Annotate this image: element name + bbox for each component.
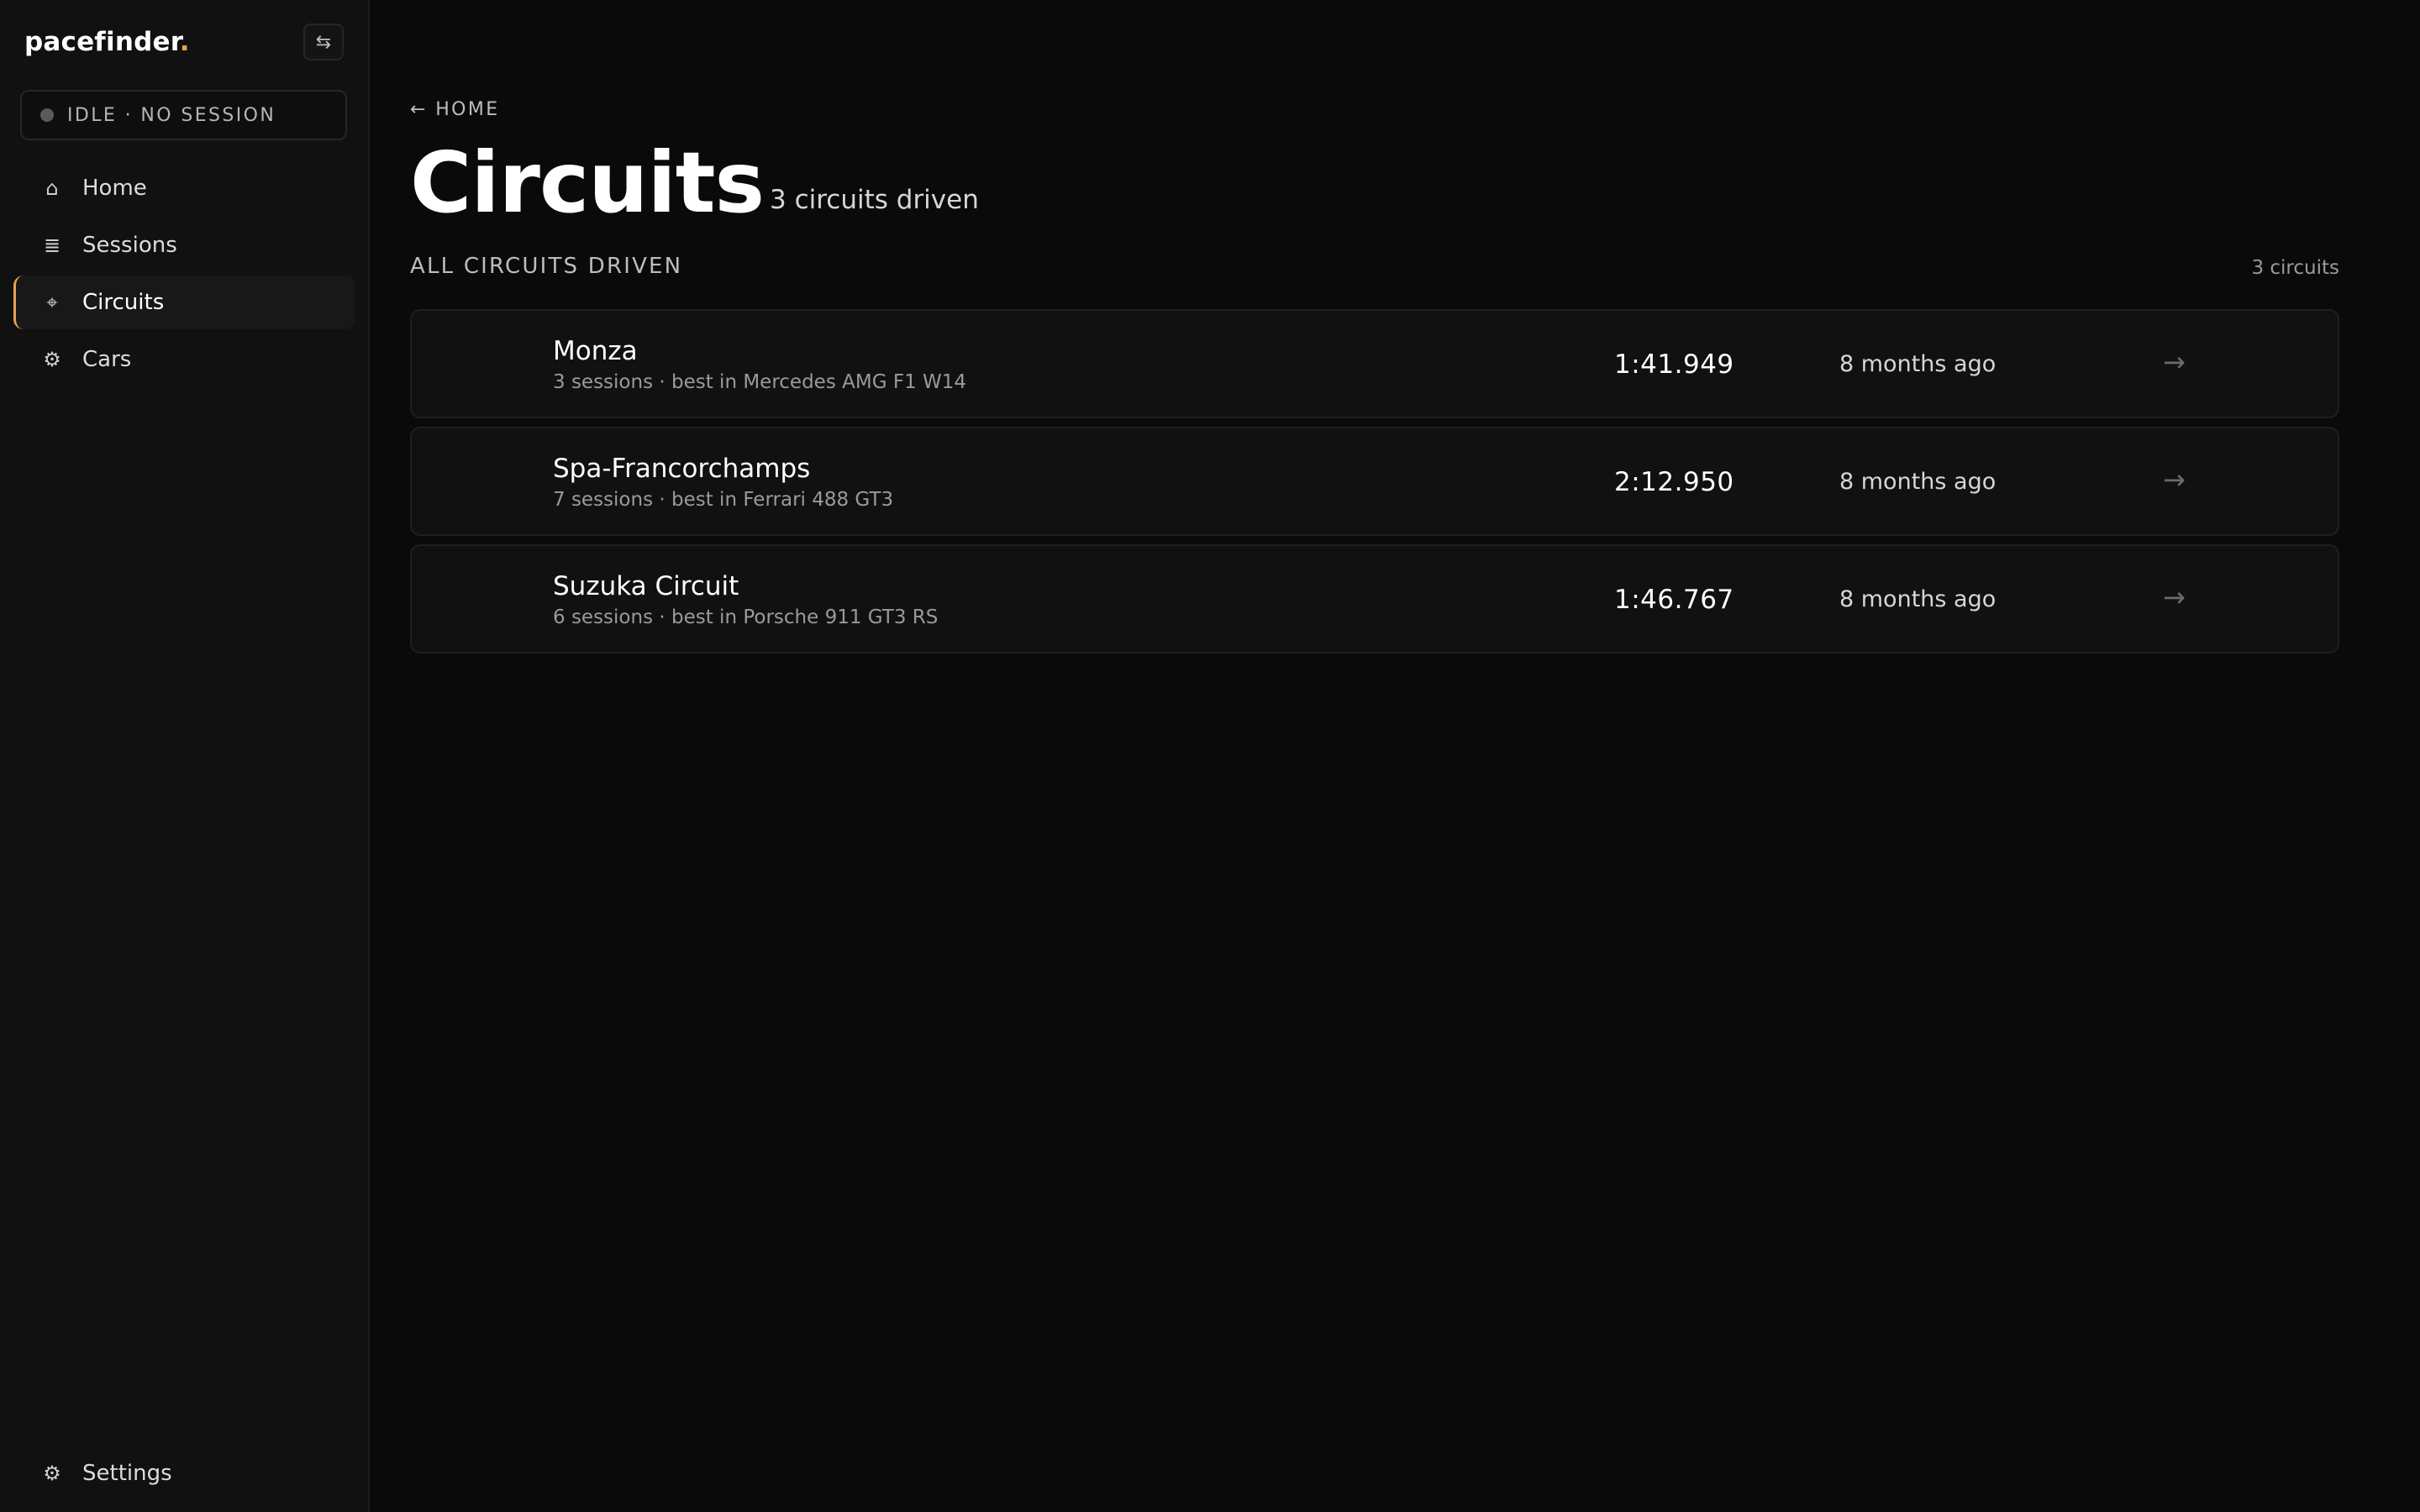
sidebar-item-cars[interactable]: ⚙ Cars [13, 333, 355, 386]
section-label: ALL CIRCUITS DRIVEN [410, 254, 683, 279]
circuit-list: Monza 3 sessions · best in Mercedes AMG … [410, 309, 2339, 662]
sidebar-item-settings[interactable]: ⚙ Settings [13, 1446, 355, 1500]
sidebar-item-label: Home [82, 176, 147, 201]
arrow-right-icon: → [2163, 464, 2186, 496]
crosshair-icon: ⌖ [46, 291, 58, 314]
gear-icon: ⚙ [43, 348, 61, 371]
brand-accent-dot: . [179, 27, 190, 57]
swap-arrows-icon: ⇆ [315, 31, 332, 53]
circuit-meta: 6 sessions · best in Porsche 911 GT3 RS [553, 606, 939, 628]
section-count: 3 circuits [2251, 257, 2339, 279]
sidebar-item-home[interactable]: ⌂ Home [13, 161, 355, 215]
circuit-name: Spa-Francorchamps [553, 454, 811, 484]
sidebar-item-label: Sessions [82, 233, 177, 258]
circuit-row-monza[interactable]: Monza 3 sessions · best in Mercedes AMG … [410, 309, 2339, 418]
circuit-name: Suzuka Circuit [553, 571, 739, 601]
circuit-row-spa[interactable]: Spa-Francorchamps 7 sessions · best in F… [410, 427, 2339, 536]
arrow-right-icon: → [2163, 346, 2186, 378]
circuit-meta: 3 sessions · best in Mercedes AMG F1 W14 [553, 371, 967, 393]
last-driven: 8 months ago [1839, 351, 1996, 377]
last-driven: 8 months ago [1839, 586, 1996, 612]
sidebar-item-circuits[interactable]: ⌖ Circuits [13, 276, 355, 329]
sidebar-item-sessions[interactable]: ≣ Sessions [13, 218, 355, 272]
back-home-link[interactable]: ← HOME [410, 99, 500, 120]
home-icon: ⌂ [45, 176, 59, 200]
best-lap-time: 2:12.950 [1614, 467, 1734, 497]
page-title: Circuits [410, 134, 765, 232]
page-subtitle: 3 circuits driven [770, 185, 979, 215]
brand-logo[interactable]: pacefinder. [24, 27, 190, 57]
sidebar-item-label: Cars [82, 347, 132, 372]
sidebar-item-label: Circuits [82, 290, 165, 315]
best-lap-time: 1:46.767 [1614, 585, 1734, 615]
circuit-row-suzuka[interactable]: Suzuka Circuit 6 sessions · best in Pors… [410, 544, 2339, 654]
status-dot-icon [40, 108, 54, 122]
sidebar-item-label: Settings [82, 1461, 172, 1486]
sidebar-nav: ⌂ Home ≣ Sessions ⌖ Circuits ⚙ Cars [13, 161, 355, 390]
collapse-sidebar-button[interactable]: ⇆ [303, 24, 344, 60]
status-text: IDLE · NO SESSION [67, 104, 276, 126]
brand-name: pacefinder [24, 27, 180, 57]
gear-icon: ⚙ [43, 1462, 61, 1485]
circuit-name: Monza [553, 336, 638, 366]
session-status-pill: IDLE · NO SESSION [20, 90, 347, 140]
sidebar: pacefinder. ⇆ IDLE · NO SESSION ⌂ Home ≣… [0, 0, 370, 1512]
best-lap-time: 1:41.949 [1614, 349, 1734, 380]
last-driven: 8 months ago [1839, 469, 1996, 495]
circuit-meta: 7 sessions · best in Ferrari 488 GT3 [553, 489, 894, 511]
list-icon: ≣ [43, 234, 61, 257]
arrow-right-icon: → [2163, 581, 2186, 613]
